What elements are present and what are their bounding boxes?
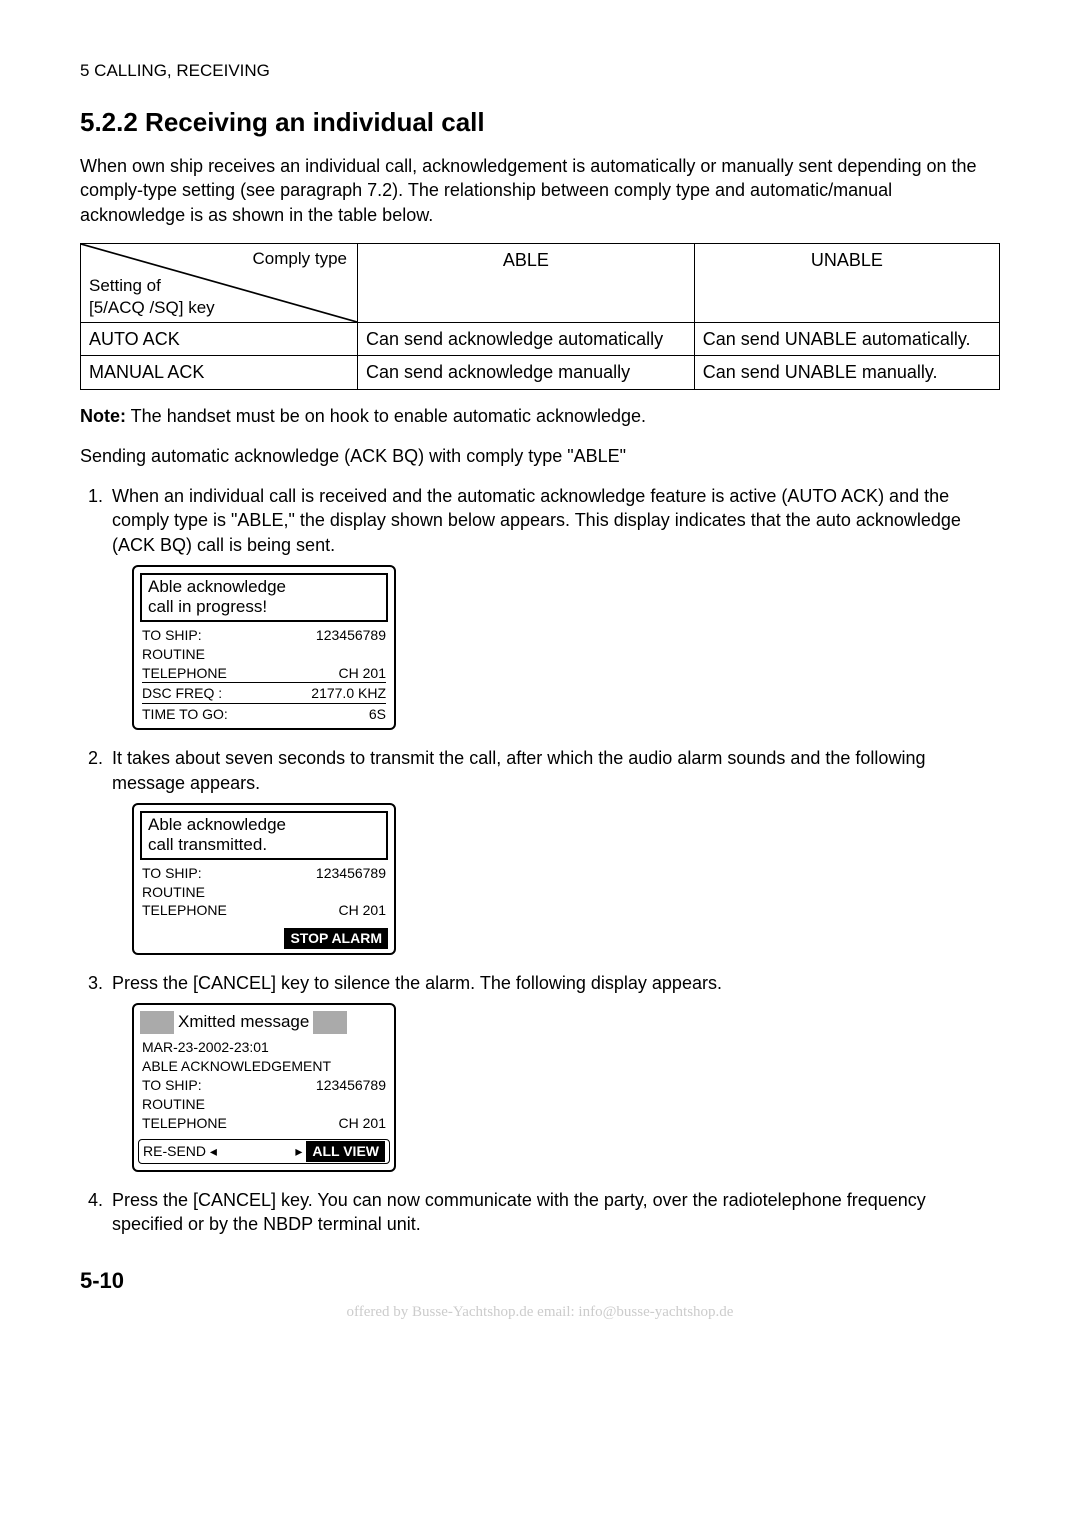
lcd-row: ROUTINE — [142, 883, 386, 902]
col-unable: UNABLE — [694, 243, 999, 322]
lcd-footer: RE-SEND ◂ ▸ ALL VIEW — [138, 1139, 390, 1164]
lcd-display-3: Xmitted message MAR-23-2002-23:01 ABLE A… — [132, 1003, 396, 1171]
list-item: It takes about seven seconds to transmit… — [108, 746, 1000, 955]
gray-block-icon — [140, 1011, 174, 1034]
step-text: Press the [CANCEL] key to silence the al… — [112, 973, 722, 993]
lcd-row: ROUTINE — [142, 645, 386, 664]
chapter-header: 5 CALLING, RECEIVING — [80, 60, 1000, 83]
list-item: When an individual call is received and … — [108, 484, 1000, 730]
intro-paragraph: When own ship receives an individual cal… — [80, 154, 1000, 227]
lcd-display-2: Able acknowledge call transmitted. TO SH… — [132, 803, 396, 955]
diagonal-header-cell: Comply type Setting of [5/ACQ /SQ] key — [81, 243, 358, 322]
row-head: AUTO ACK — [81, 322, 358, 355]
table-cell: Can send UNABLE manually. — [694, 356, 999, 389]
step-text: When an individual call is received and … — [112, 486, 961, 555]
lcd-title-line: call in progress! — [148, 597, 380, 617]
lcd-row: TIME TO GO:6S — [142, 705, 386, 724]
step-text: It takes about seven seconds to transmit… — [112, 748, 925, 792]
lcd-body: TO SHIP:123456789 ROUTINE TELEPHONECH 20… — [134, 626, 394, 724]
lcd-row: DSC FREQ :2177.0 KHZ — [142, 684, 386, 704]
lcd-title-line: call transmitted. — [148, 835, 380, 855]
diag-top-label: Comply type — [253, 248, 347, 271]
lcd-title-gray: Xmitted message — [140, 1011, 388, 1034]
lcd-row: TELEPHONECH 201 — [142, 901, 386, 920]
lcd-title-line: Able acknowledge — [148, 577, 380, 597]
lcd-title-line: Able acknowledge — [148, 815, 380, 835]
subheading: Sending automatic acknowledge (ACK BQ) w… — [80, 444, 1000, 468]
lcd-row: TO SHIP:123456789 — [142, 626, 386, 645]
section-title: 5.2.2 Receiving an individual call — [80, 105, 1000, 140]
stop-alarm-badge: STOP ALARM — [284, 928, 388, 949]
table-row: MANUAL ACK Can send acknowledge manually… — [81, 356, 1000, 389]
col-able: ABLE — [358, 243, 695, 322]
table-row: AUTO ACK Can send acknowledge automatica… — [81, 322, 1000, 355]
note-text: The handset must be on hook to enable au… — [126, 406, 646, 426]
table-cell: Can send acknowledge manually — [358, 356, 695, 389]
lcd-body: TO SHIP:123456789 ROUTINE TELEPHONECH 20… — [134, 864, 394, 921]
resend-label: RE-SEND ◂ — [143, 1142, 217, 1161]
page-number: 5-10 — [80, 1266, 1000, 1296]
footer-note: offered by Busse-Yachtshop.de email: inf… — [80, 1302, 1000, 1322]
lcd-row: ROUTINE — [142, 1095, 386, 1114]
steps-list: When an individual call is received and … — [80, 484, 1000, 1236]
note-paragraph: Note: The handset must be on hook to ena… — [80, 404, 1000, 428]
table-cell: Can send UNABLE automatically. — [694, 322, 999, 355]
lcd-title: Able acknowledge call in progress! — [140, 573, 388, 622]
note-label: Note: — [80, 406, 126, 426]
lcd-row: TO SHIP:123456789 — [142, 864, 386, 883]
table-header-row: Comply type Setting of [5/ACQ /SQ] key A… — [81, 243, 1000, 322]
lcd-row: TELEPHONECH 201 — [142, 1114, 386, 1133]
lcd-row: TELEPHONECH 201 — [142, 664, 386, 684]
list-item: Press the [CANCEL] key. You can now comm… — [108, 1188, 1000, 1237]
gray-block-icon — [313, 1011, 347, 1034]
all-view-badge: ALL VIEW — [306, 1141, 385, 1162]
table-cell: Can send acknowledge automatically — [358, 322, 695, 355]
stop-alarm-row: STOP ALARM — [134, 928, 394, 949]
row-head: MANUAL ACK — [81, 356, 358, 389]
comply-type-table: Comply type Setting of [5/ACQ /SQ] key A… — [80, 243, 1000, 390]
diag-bottom-label: Setting of [5/ACQ /SQ] key — [89, 275, 215, 318]
lcd-row: TO SHIP:123456789 — [142, 1076, 386, 1095]
lcd-body: MAR-23-2002-23:01 ABLE ACKNOWLEDGEMENT T… — [134, 1038, 394, 1132]
lcd-display-1: Able acknowledge call in progress! TO SH… — [132, 565, 396, 730]
lcd-title: Able acknowledge call transmitted. — [140, 811, 388, 860]
list-item: Press the [CANCEL] key to silence the al… — [108, 971, 1000, 1172]
step-text: Press the [CANCEL] key. You can now comm… — [112, 1190, 926, 1234]
lcd-title-text: Xmitted message — [174, 1011, 313, 1034]
lcd-row: MAR-23-2002-23:01 — [142, 1038, 386, 1057]
lcd-row: ABLE ACKNOWLEDGEMENT — [142, 1057, 386, 1076]
arrow-icon: ▸ — [295, 1142, 302, 1161]
